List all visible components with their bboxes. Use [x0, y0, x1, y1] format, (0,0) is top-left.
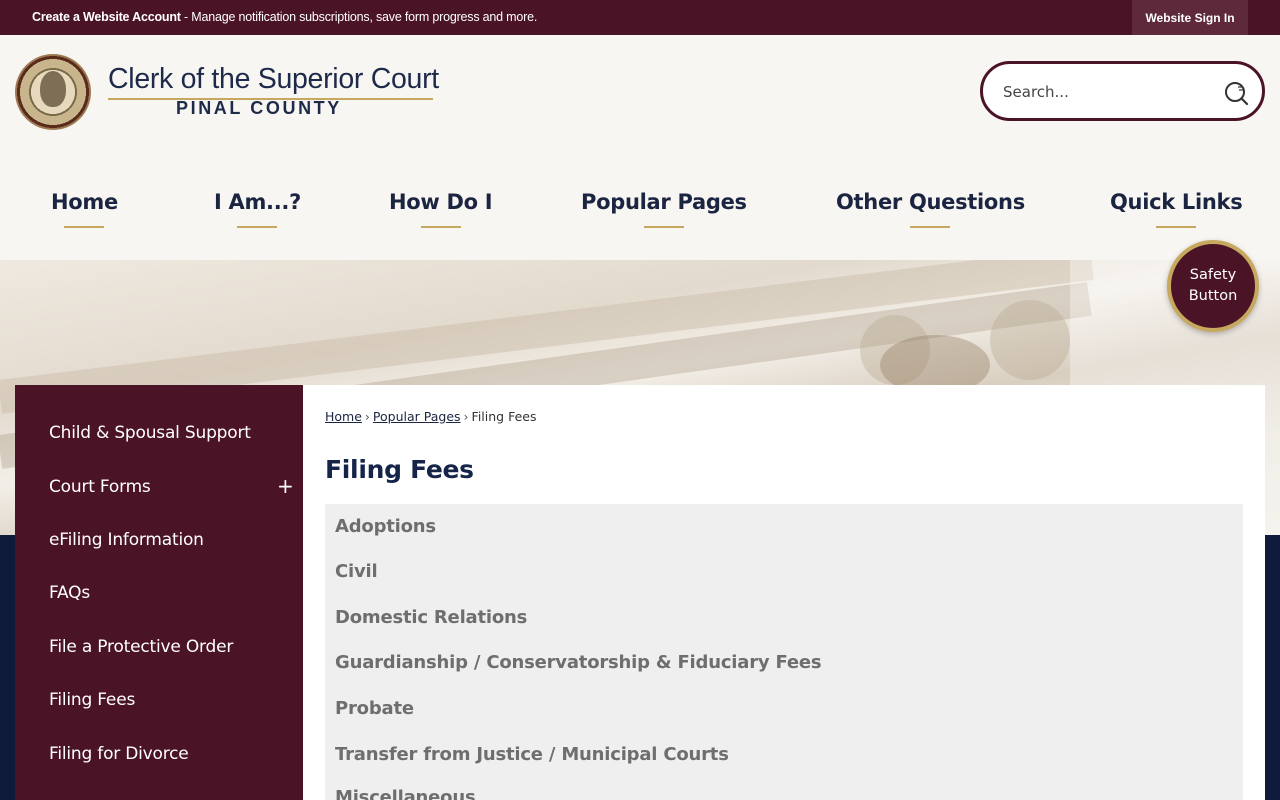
sidebar-item-child-spousal-support[interactable]: Child & Spousal Support [49, 423, 251, 443]
accordion-item-miscellaneous[interactable]: Miscellaneous [335, 787, 476, 800]
accordion-item-civil[interactable]: Civil [335, 561, 378, 582]
nav-label: How Do I [389, 190, 493, 214]
page-title: Filing Fees [325, 455, 474, 484]
nav-how-do-i[interactable]: How Do I [389, 190, 493, 228]
nav-label: Home [51, 190, 118, 214]
sidebar-nav: Child & Spousal Support Court Forms + eF… [15, 385, 303, 800]
nav-popular-pages[interactable]: Popular Pages [581, 190, 747, 228]
search-icon[interactable] [1223, 80, 1249, 106]
sidebar-item-file-protective-order[interactable]: File a Protective Order [49, 637, 233, 657]
accordion-item-transfer[interactable]: Transfer from Justice / Municipal Courts [335, 744, 729, 765]
accordion-item-probate[interactable]: Probate [335, 698, 414, 719]
sidebar-item-faqs[interactable]: FAQs [49, 583, 90, 603]
safety-button-label: Safety Button [1188, 267, 1238, 304]
breadcrumb-separator: › [364, 409, 370, 424]
seal-portrait [40, 71, 66, 107]
sidebar-item-efiling-information[interactable]: eFiling Information [49, 530, 204, 550]
nav-underline [643, 226, 684, 228]
sidebar-item-filing-for-divorce[interactable]: Filing for Divorce [49, 744, 189, 764]
site-subtitle[interactable]: PINAL COUNTY [176, 98, 342, 119]
main-navigation: Home I Am...? How Do I Popular Pages Oth… [0, 190, 1280, 240]
site-title[interactable]: Clerk of the Superior Court [108, 63, 439, 96]
account-banner-text: - Manage notification subscriptions, sav… [180, 10, 538, 24]
nav-label: Other Questions [836, 190, 1025, 214]
expand-icon[interactable]: + [277, 474, 294, 498]
create-account-link[interactable]: Create a Website Account [32, 10, 181, 24]
nav-underline [910, 226, 951, 228]
accordion-item-guardianship[interactable]: Guardianship / Conservatorship & Fiducia… [335, 652, 822, 673]
nav-underline [420, 226, 461, 228]
breadcrumb-current: Filing Fees [471, 409, 537, 424]
nav-underline [237, 226, 278, 228]
search-box [980, 61, 1265, 121]
nav-underline [64, 226, 105, 228]
website-sign-in-button[interactable]: Website Sign In [1132, 0, 1248, 35]
nav-label: Popular Pages [581, 190, 747, 214]
nav-label: I Am...? [214, 190, 301, 214]
nav-label: Quick Links [1110, 190, 1243, 214]
nav-i-am[interactable]: I Am...? [214, 190, 301, 228]
account-banner: Create a Website Account - Manage notifi… [32, 10, 537, 24]
nav-home[interactable]: Home [51, 190, 118, 228]
safety-button[interactable]: Safety Button [1167, 240, 1259, 332]
hero-ornament [990, 300, 1070, 380]
nav-underline [1156, 226, 1197, 228]
accordion-item-adoptions[interactable]: Adoptions [335, 516, 436, 537]
top-utility-bar: Create a Website Account - Manage notifi… [0, 0, 1280, 35]
nav-other-questions[interactable]: Other Questions [836, 190, 1025, 228]
accordion-item-domestic-relations[interactable]: Domestic Relations [335, 607, 527, 628]
breadcrumb-home-link[interactable]: Home [325, 409, 362, 424]
breadcrumb-separator: › [463, 409, 469, 424]
site-header: Clerk of the Superior Court PINAL COUNTY… [0, 35, 1280, 260]
breadcrumb: Home › Popular Pages › Filing Fees [325, 409, 536, 424]
search-input[interactable] [1003, 79, 1213, 105]
court-seal-logo[interactable] [15, 54, 91, 130]
fee-accordion: Adoptions Civil Domestic Relations Guard… [325, 504, 1243, 800]
sidebar-item-court-forms[interactable]: Court Forms [49, 477, 151, 497]
breadcrumb-popular-pages-link[interactable]: Popular Pages [373, 409, 461, 424]
nav-quick-links[interactable]: Quick Links [1110, 190, 1243, 228]
main-content: Home › Popular Pages › Filing Fees Filing Fe… [303, 385, 1265, 800]
sidebar-item-filing-fees[interactable]: Filing Fees [49, 690, 135, 710]
